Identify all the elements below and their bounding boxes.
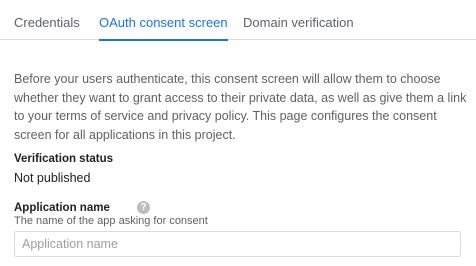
application-name-input[interactable] (14, 231, 461, 257)
verification-status-label: Verification status (14, 153, 114, 165)
application-name-label: Application name (14, 202, 110, 214)
consent-screen-description: Before your users authenticate, this con… (14, 72, 467, 142)
verification-status-value: Not published (14, 171, 91, 185)
tab-credentials[interactable]: Credentials (14, 0, 80, 40)
tab-domain-verification[interactable]: Domain verification (243, 0, 354, 40)
tab-bar: Credentials OAuth consent screen Domain … (0, 0, 476, 41)
application-name-hint: The name of the app asking for consent (14, 215, 208, 227)
help-circle-icon[interactable]: ? (137, 201, 150, 214)
tab-oauth-consent-screen[interactable]: OAuth consent screen (99, 0, 228, 41)
